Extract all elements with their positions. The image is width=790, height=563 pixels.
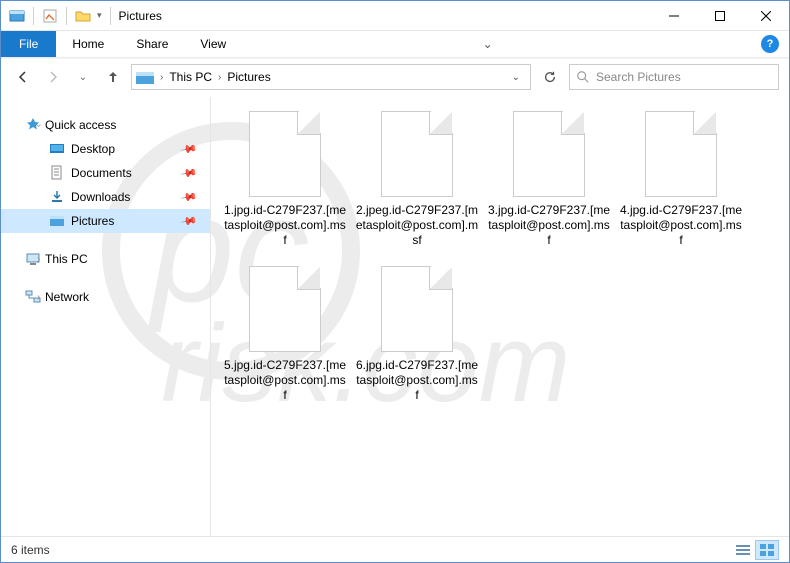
refresh-button[interactable]: [537, 64, 563, 90]
folder-icon[interactable]: [75, 8, 91, 24]
sidebar-item-quick-access[interactable]: › Quick access: [1, 113, 210, 137]
window-controls: [651, 1, 789, 31]
chevron-right-icon[interactable]: ›: [37, 292, 40, 303]
search-placeholder: Search Pictures: [596, 70, 681, 84]
icons-view-button[interactable]: [755, 540, 779, 560]
file-thumb-icon: [381, 266, 453, 352]
close-button[interactable]: [743, 1, 789, 31]
file-item[interactable]: 1.jpg.id-C279F237.[metasploit@post.com].…: [221, 111, 349, 248]
qat-dropdown-icon[interactable]: ▾: [97, 10, 102, 21]
sidebar-item-network[interactable]: › Network: [1, 285, 210, 309]
item-count: 6 items: [11, 543, 50, 557]
file-item[interactable]: 6.jpg.id-C279F237.[metasploit@post.com].…: [353, 266, 481, 403]
address-bar[interactable]: › This PC › Pictures ⌄: [131, 64, 531, 90]
pin-icon: 📌: [180, 164, 199, 183]
address-dropdown-icon[interactable]: ⌄: [506, 72, 526, 83]
file-name: 2.jpeg.id-C279F237.[metasploit@post.com]…: [353, 203, 481, 248]
view-tab[interactable]: View: [184, 31, 242, 57]
documents-icon: [49, 165, 65, 181]
pin-icon: 📌: [180, 188, 199, 207]
search-icon: [576, 70, 590, 84]
share-tab[interactable]: Share: [120, 31, 184, 57]
file-tab[interactable]: File: [1, 31, 56, 57]
file-thumb-icon: [381, 111, 453, 197]
maximize-button[interactable]: [697, 1, 743, 31]
file-name: 1.jpg.id-C279F237.[metasploit@post.com].…: [221, 203, 349, 248]
sidebar-item-downloads[interactable]: Downloads 📌: [1, 185, 210, 209]
pictures-icon: [49, 213, 65, 229]
status-bar: 6 items: [1, 536, 789, 562]
up-button[interactable]: [101, 65, 125, 89]
nav-bar: ⌄ › This PC › Pictures ⌄ Search Pictures: [1, 59, 789, 95]
chevron-right-icon[interactable]: ›: [37, 254, 40, 265]
file-name: 3.jpg.id-C279F237.[metasploit@post.com].…: [485, 203, 613, 248]
pin-icon: 📌: [180, 140, 199, 159]
recent-locations-icon[interactable]: ⌄: [71, 65, 95, 89]
chevron-right-icon[interactable]: ›: [158, 72, 165, 83]
help-icon[interactable]: ?: [761, 35, 779, 53]
file-item[interactable]: 5.jpg.id-C279F237.[metasploit@post.com].…: [221, 266, 349, 403]
home-tab[interactable]: Home: [56, 31, 120, 57]
sidebar-item-pictures[interactable]: Pictures 📌: [1, 209, 210, 233]
file-name: 4.jpg.id-C279F237.[metasploit@post.com].…: [617, 203, 745, 248]
properties-icon[interactable]: [42, 8, 58, 24]
file-thumb-icon: [645, 111, 717, 197]
file-item[interactable]: 2.jpeg.id-C279F237.[metasploit@post.com]…: [353, 111, 481, 248]
sidebar-item-this-pc[interactable]: › This PC: [1, 247, 210, 271]
details-view-button[interactable]: [731, 540, 755, 560]
file-list[interactable]: 1.jpg.id-C279F237.[metasploit@post.com].…: [211, 97, 789, 536]
pictures-app-icon: [9, 8, 25, 24]
location-pictures-icon: [136, 70, 154, 84]
back-button[interactable]: [11, 65, 35, 89]
nav-pane: › Quick access Desktop 📌 Documents 📌 Dow…: [1, 97, 211, 536]
file-item[interactable]: 3.jpg.id-C279F237.[metasploit@post.com].…: [485, 111, 613, 248]
file-thumb-icon: [249, 111, 321, 197]
file-name: 6.jpg.id-C279F237.[metasploit@post.com].…: [353, 358, 481, 403]
chevron-down-icon[interactable]: ›: [33, 123, 44, 126]
ribbon-expand-icon[interactable]: ⌄: [483, 37, 493, 51]
file-item[interactable]: 4.jpg.id-C279F237.[metasploit@post.com].…: [617, 111, 745, 248]
title-bar: ▾ Pictures: [1, 1, 789, 31]
file-thumb-icon: [249, 266, 321, 352]
sidebar-item-documents[interactable]: Documents 📌: [1, 161, 210, 185]
sidebar-item-desktop[interactable]: Desktop 📌: [1, 137, 210, 161]
forward-button[interactable]: [41, 65, 65, 89]
breadcrumb-current[interactable]: Pictures: [227, 70, 270, 84]
minimize-button[interactable]: [651, 1, 697, 31]
ribbon-tabs: File Home Share View ⌄ ?: [1, 31, 789, 57]
chevron-right-icon[interactable]: ›: [216, 72, 223, 83]
downloads-icon: [49, 189, 65, 205]
file-thumb-icon: [513, 111, 585, 197]
window-title: Pictures: [119, 9, 162, 23]
file-name: 5.jpg.id-C279F237.[metasploit@post.com].…: [221, 358, 349, 403]
desktop-icon: [49, 141, 65, 157]
breadcrumb-root[interactable]: This PC: [169, 70, 212, 84]
qat-icons: ▾: [1, 7, 113, 25]
pin-icon: 📌: [180, 212, 199, 231]
search-input[interactable]: Search Pictures: [569, 64, 779, 90]
